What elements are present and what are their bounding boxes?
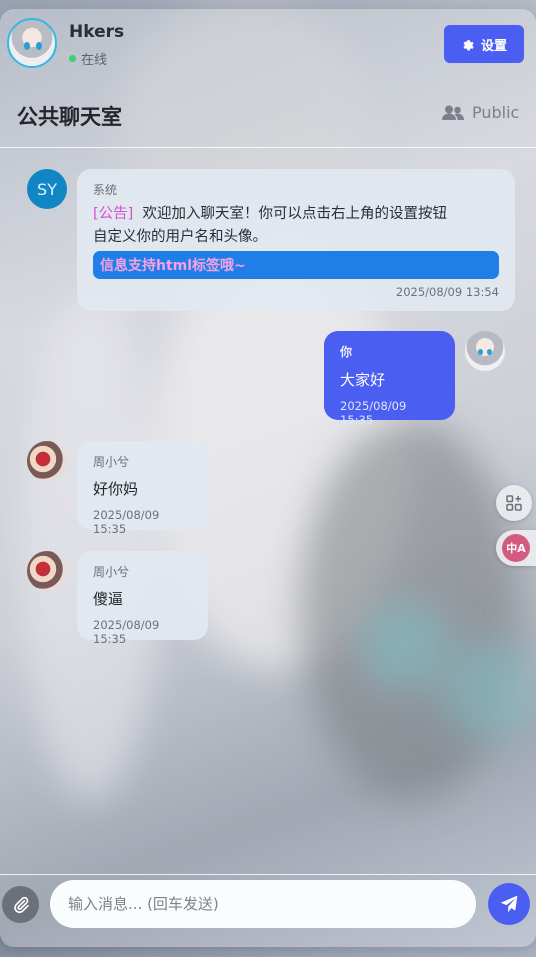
message-time: 2025/08/09 15:35 xyxy=(340,399,407,427)
room-title: 公共聊天室 xyxy=(17,105,122,129)
message-text-line2: 自定义你的用户名和头像。 xyxy=(93,229,267,245)
apps-icon xyxy=(506,495,522,511)
status-text: 在线 xyxy=(81,53,108,68)
message-text: 大家好 xyxy=(340,371,386,389)
input-divider xyxy=(0,874,536,875)
send-icon xyxy=(500,895,518,913)
message-sender: 周小兮 xyxy=(93,455,130,469)
message-time: 2025/08/09 15:35 xyxy=(93,508,160,536)
settings-button[interactable]: 设置 xyxy=(444,25,524,63)
settings-label: 设置 xyxy=(480,38,507,54)
own-message: 你 大家好 2025/08/09 15:35 xyxy=(324,331,455,427)
gear-icon xyxy=(463,39,474,50)
room-type: Public xyxy=(442,103,519,122)
top-bar: Hkers 在线 设置 xyxy=(0,9,536,89)
message-sender: 你 xyxy=(340,345,353,359)
user-message: 周小兮 好你妈 2025/08/09 15:35 xyxy=(77,441,208,536)
system-avatar[interactable]: SY xyxy=(27,169,67,209)
html-highlight: 信息支持html标签哦~ xyxy=(93,251,499,279)
chat-panel: Hkers 在线 设置 公共聊天室 Public SY 系统 [公告] 欢迎加入… xyxy=(0,9,536,947)
apps-button[interactable] xyxy=(496,485,532,521)
message-sender: 周小兮 xyxy=(93,565,130,579)
message-time: 2025/08/09 15:35 xyxy=(93,618,160,646)
user-avatar[interactable] xyxy=(7,18,57,68)
message-input[interactable] xyxy=(50,880,476,928)
online-status: 在线 xyxy=(69,49,107,68)
announcement-tag: [公告] xyxy=(93,206,134,222)
users-icon xyxy=(442,105,464,120)
message-text: 欢迎加入聊天室！你可以点击右上角的设置按钮 xyxy=(142,206,448,222)
message-time: 2025/08/09 13:54 xyxy=(395,285,499,299)
user-avatar-zhou[interactable] xyxy=(27,441,67,481)
username: Hkers xyxy=(69,22,125,42)
translate-button[interactable]: 中A xyxy=(496,530,536,566)
system-message: 系统 [公告] 欢迎加入聊天室！你可以点击右上角的设置按钮 自定义你的用户名和头… xyxy=(77,169,515,311)
translate-icon: 中A xyxy=(502,534,530,562)
message-line: [公告] 欢迎加入聊天室！你可以点击右上角的设置按钮 xyxy=(93,203,447,226)
own-avatar[interactable] xyxy=(465,331,505,371)
header-divider xyxy=(0,147,536,148)
send-button[interactable] xyxy=(488,883,530,925)
room-type-label: Public xyxy=(472,103,520,122)
paperclip-icon xyxy=(13,896,29,913)
online-dot-icon xyxy=(69,55,76,62)
message-text: 好你妈 xyxy=(93,480,139,498)
message-sender: 系统 xyxy=(93,183,118,197)
message-text: 傻逼 xyxy=(93,590,124,608)
user-message: 周小兮 傻逼 2025/08/09 15:35 xyxy=(77,551,208,646)
user-avatar-zhou[interactable] xyxy=(27,551,67,591)
attach-button[interactable] xyxy=(2,886,39,923)
